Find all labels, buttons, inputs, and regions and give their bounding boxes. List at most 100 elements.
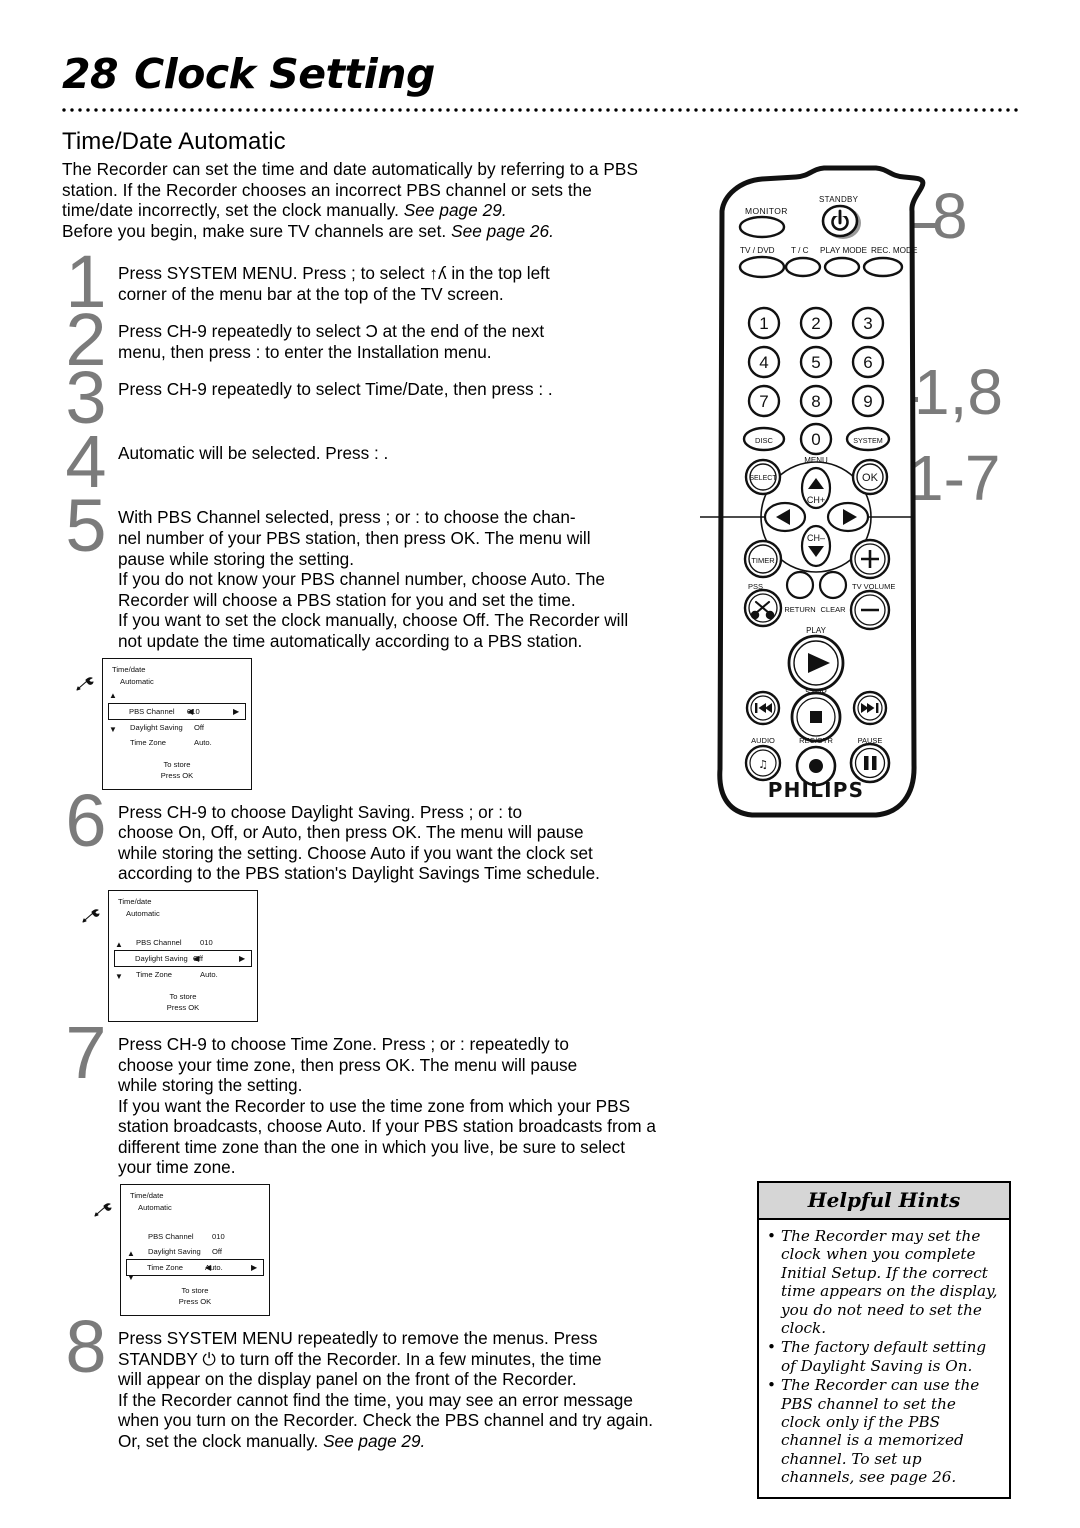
osd-1-footer-line-2: Press OK [160, 770, 194, 780]
step-2-text: Press CH-9 repeatedly to select Ɔ at the… [118, 319, 662, 362]
osd-2-right-arrow-icon: ▶ [239, 953, 246, 963]
osd-2-footer: To store Press OK [109, 991, 257, 1013]
osd-2-row-daylight-saving-value: Off [193, 953, 203, 963]
osd-1-row-pbs-channel-label: PBS Channel [129, 706, 175, 716]
osd-screen-1-wrapper: Time/date Automatic ▲ PBS Channel ◀ 010 … [76, 657, 254, 790]
svg-text:REC. MODE: REC. MODE [871, 246, 918, 255]
osd-2-subtitle: Automatic [126, 908, 160, 918]
step-3-line-1: Press CH-9 repeatedly to select Time/Dat… [118, 379, 553, 400]
osd-2-row-time-zone-label: Time Zone [136, 969, 173, 979]
helpful-hints-body: The Recorder may set the clock when you … [759, 1220, 1009, 1497]
intro-ref-page-26: See page 26. [451, 220, 554, 241]
section-title: Time/Date Automatic [62, 128, 286, 155]
svg-text:OK: OK [862, 472, 879, 484]
step-5-line-5: Recorder will choose a PBS station for y… [118, 589, 576, 610]
step-5-line-7: not update the time automatically accord… [118, 630, 583, 651]
hint-item-1: The Recorder may set the clock when you … [767, 1227, 999, 1337]
step-8-ref-page-29: See page 29. [323, 1431, 426, 1452]
step-8: 8 Press SYSTEM MENU repeatedly to remove… [62, 1310, 662, 1452]
step-4-line-1: Automatic will be selected. Press : . [118, 443, 389, 464]
step-6: 6 Press CH-9 to choose Daylight Saving. … [62, 783, 662, 884]
step-7-line-7: your time zone. [118, 1157, 236, 1178]
osd-2-row-pbs-channel-value: 010 [200, 937, 213, 947]
svg-text:T / C: T / C [791, 246, 809, 255]
manual-page: 28 Clock Setting Time/Date Automatic The … [0, 0, 1080, 1528]
osd-1-row-pbs-channel: PBS Channel ◀ 010 ▶ [108, 702, 246, 720]
osd-screen-1: Time/date Automatic ▲ PBS Channel ◀ 010 … [102, 657, 252, 790]
osd-1-row-daylight-saving: ▼ Daylight Saving Off [108, 720, 246, 735]
step-8-line-2: STANDBY ⏻ to turn off the Recorder. In a… [118, 1348, 602, 1369]
osd-1-row-daylight-saving-value: Off [194, 722, 204, 732]
svg-text:CLEAR: CLEAR [820, 605, 846, 614]
step-5-line-2: nel number of your PBS station, then pre… [118, 527, 591, 548]
page-header: 28 Clock Setting [62, 50, 1022, 98]
svg-text:SYSTEM: SYSTEM [853, 436, 883, 445]
osd-2-row-pbs-channel-label: PBS Channel [136, 937, 182, 947]
osd-1-row-time-zone: Time Zone Auto. [108, 735, 246, 750]
step-8-line-6: Or, set the clock manually. [118, 1431, 324, 1452]
osd-3-row-pbs-channel: PBS Channel 010 [126, 1229, 264, 1244]
step-6-number: 6 [65, 778, 107, 862]
svg-text:6: 6 [863, 353, 872, 372]
dotted-divider [62, 108, 1020, 114]
step-7-line-3: while storing the setting. [118, 1075, 303, 1096]
svg-text:AUDIO: AUDIO [751, 736, 775, 745]
svg-text:2: 2 [811, 314, 820, 333]
osd-1-row-time-zone-value: Auto. [194, 737, 212, 747]
hint-item-2: The factory default setting of Daylight … [767, 1338, 999, 1375]
osd-2-row-daylight-saving: Daylight Saving ◀ Off ▶ [114, 949, 252, 967]
osd-2-footer-line-1: To store [169, 991, 197, 1001]
step-8-line-5: when you turn on the Recorder. Check the… [118, 1410, 654, 1431]
svg-text:SELECT: SELECT [749, 475, 777, 482]
osd-3-right-arrow-icon: ▶ [251, 1263, 258, 1273]
wrench-icon [82, 909, 100, 923]
osd-1-row-pbs-channel-value: 010 [187, 706, 200, 716]
step-5-line-1: With PBS Channel selected, press ; or : … [118, 507, 576, 528]
osd-3-row-pbs-channel-label: PBS Channel [148, 1232, 194, 1242]
osd-3-row-pbs-channel-value: 010 [212, 1232, 225, 1242]
step-5-number: 5 [65, 484, 107, 568]
helpful-hints-title: Helpful Hints [759, 1183, 1009, 1220]
osd-3-row-time-zone-label: Time Zone [147, 1263, 184, 1273]
osd-1-subtitle: Automatic [120, 676, 154, 686]
osd-3-down-arrow: ▼ [127, 1273, 135, 1283]
osd-3-row-time-zone-value: Auto. [205, 1263, 223, 1273]
svg-text:RETURN: RETURN [784, 605, 815, 614]
svg-text:3: 3 [863, 314, 872, 333]
svg-text:MONITOR: MONITOR [745, 206, 788, 216]
step-1-line-2: corner of the menu bar at the top of the… [118, 283, 504, 304]
svg-text:CH–: CH– [807, 533, 825, 543]
step-1-text: Press SYSTEM MENU. Press ; to select ↑ʎ … [118, 261, 662, 304]
svg-text:DISC: DISC [755, 436, 774, 445]
osd-3-row-time-zone: Time Zone ◀ Auto. ▶ [126, 1259, 264, 1277]
step-8-line-3: will appear on the display panel on the … [118, 1369, 577, 1390]
step-6-line-2: choose On, Off, or Auto, then press OK. … [118, 822, 584, 843]
svg-text:7: 7 [759, 392, 768, 411]
step-5-line-6: If you want to set the clock manually, c… [118, 610, 629, 631]
step-5-line-3: pause while storing the setting. [118, 548, 354, 569]
intro-line-2: station. If the Recorder chooses an inco… [62, 179, 592, 200]
osd-3-title: Time/date [130, 1191, 164, 1201]
svg-text:5: 5 [811, 353, 820, 372]
osd-3-row-daylight-saving-value: Off [212, 1247, 222, 1257]
osd-3-footer-line-1: To store [181, 1286, 209, 1296]
step-8-text: Press SYSTEM MENU repeatedly to remove t… [118, 1326, 662, 1452]
svg-text:PLAY: PLAY [806, 626, 827, 635]
osd-2-row-time-zone-value: Auto. [200, 969, 218, 979]
step-8-number: 8 [65, 1305, 107, 1389]
wrench-icon [94, 1203, 112, 1217]
svg-text:REC/OTR: REC/OTR [799, 736, 833, 745]
step-8-line-4: If the Recorder cannot find the time, yo… [118, 1389, 633, 1410]
step-1-line-1: Press SYSTEM MENU. Press ; to select ↑ʎ … [118, 263, 550, 284]
step-3-text: Press CH-9 repeatedly to select Time/Dat… [118, 377, 662, 400]
osd-screen-3-wrapper: Time/date Automatic PBS Channel 010 ▲ Da… [94, 1184, 272, 1317]
step-6-line-4: according to the PBS station's Daylight … [118, 863, 600, 884]
step-7-line-5: station broadcasts, choose Auto. If your… [118, 1116, 656, 1137]
intro-ref-page-29: See page 29. [403, 200, 507, 221]
svg-text:PHILIPS: PHILIPS [768, 778, 865, 802]
step-6-line-3: while storing the setting. Choose Auto i… [118, 842, 593, 863]
intro-line-3: time/date incorrectly, set the clock man… [62, 200, 404, 221]
svg-text:1: 1 [759, 314, 768, 333]
osd-1-rows: PBS Channel ◀ 010 ▶ ▼ Daylight Saving Of… [108, 702, 246, 750]
section-intro: The Recorder can set the time and date a… [62, 159, 662, 241]
